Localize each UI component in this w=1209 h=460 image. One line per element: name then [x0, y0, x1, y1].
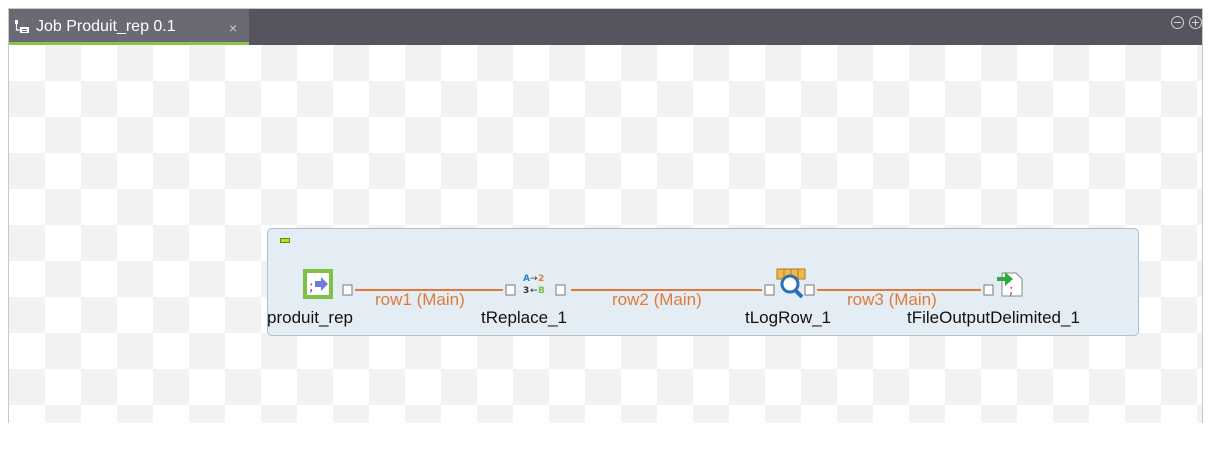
- tab-job-produit-rep[interactable]: Job Produit_rep 0.1 ×: [9, 9, 249, 45]
- component-label[interactable]: tFileOutputDelimited_1: [907, 308, 1080, 328]
- component-label[interactable]: tLogRow_1: [745, 308, 831, 328]
- svg-text:2: 2: [538, 274, 544, 284]
- file-input-icon[interactable]: ;: [303, 269, 333, 299]
- svg-text:3: 3: [523, 286, 529, 296]
- svg-text:;: ;: [309, 279, 314, 295]
- component-label[interactable]: tReplace_1: [481, 308, 567, 328]
- svg-text:B: B: [538, 286, 545, 296]
- row-link-label[interactable]: row3 (Main): [847, 290, 937, 310]
- close-icon[interactable]: ×: [229, 20, 237, 36]
- replace-icon[interactable]: A → 2 3 ← B: [518, 271, 546, 299]
- job-editor: Job Produit_rep 0.1 × − + ; produit_rep …: [8, 8, 1203, 423]
- logrow-icon[interactable]: [775, 267, 807, 299]
- tab-title: Job Produit_rep 0.1: [36, 18, 176, 35]
- svg-text:←: ←: [530, 286, 538, 296]
- job-icon: [15, 20, 29, 33]
- collapse-subjob-button[interactable]: [280, 238, 290, 243]
- svg-text:→: →: [530, 274, 538, 284]
- svg-text:A: A: [523, 274, 530, 284]
- minimize-icon[interactable]: −: [1171, 16, 1184, 29]
- svg-text:;: ;: [1009, 283, 1013, 297]
- row-link-label[interactable]: row1 (Main): [375, 290, 465, 310]
- editor-titlebar: Job Produit_rep 0.1 × − +: [9, 9, 1202, 45]
- component-label[interactable]: produit_rep: [267, 308, 353, 328]
- file-output-icon[interactable]: ;: [996, 269, 1024, 297]
- maximize-icon[interactable]: +: [1189, 16, 1202, 29]
- row-link-label[interactable]: row2 (Main): [612, 290, 702, 310]
- design-canvas[interactable]: ; produit_rep A → 2 3 ← B tReplace_1 tLo…: [9, 45, 1202, 423]
